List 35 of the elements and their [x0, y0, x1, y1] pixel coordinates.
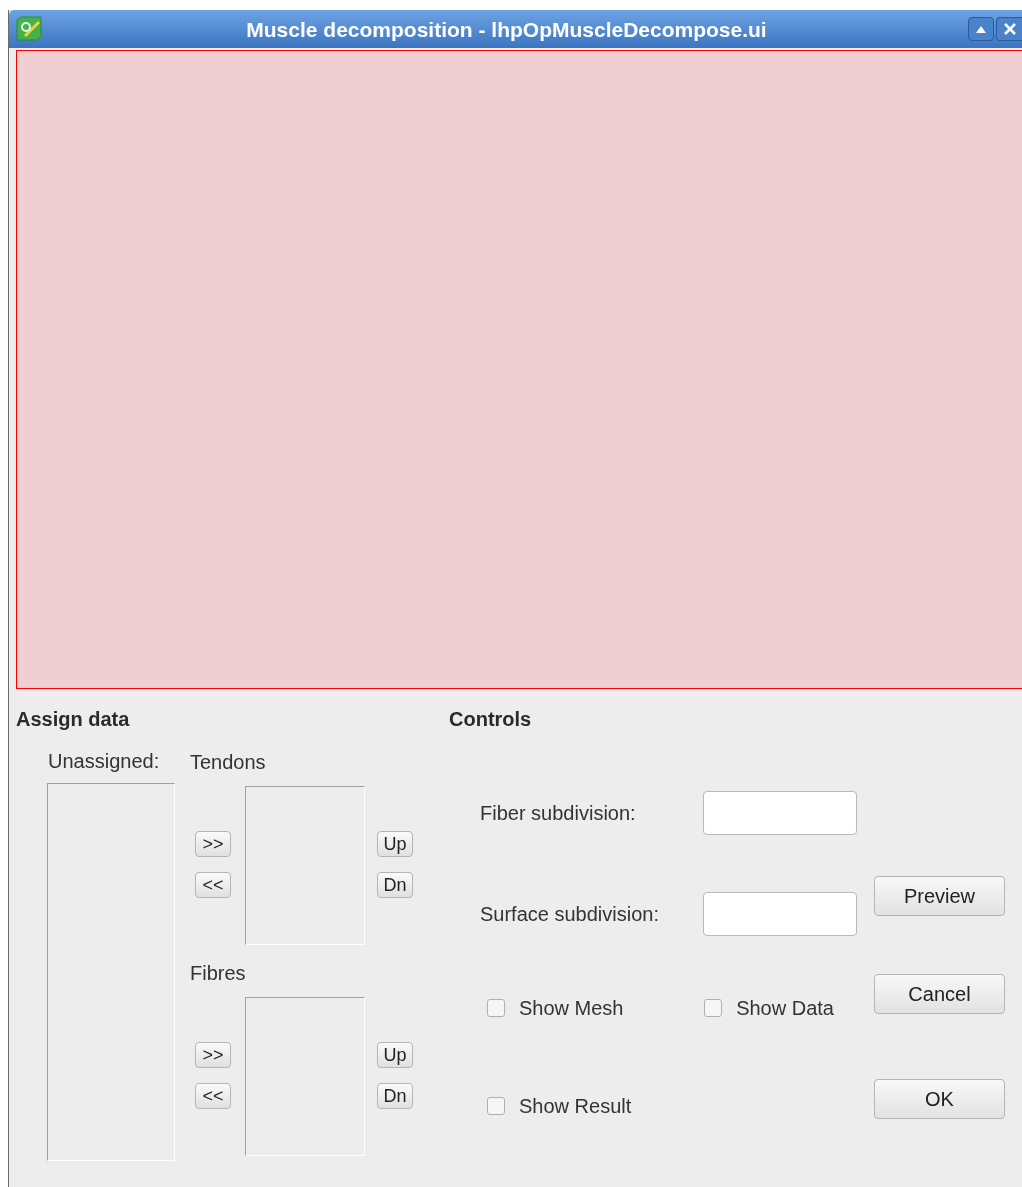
section-heading: Controls [449, 707, 533, 731]
checkbox-label: Show Result [519, 1094, 632, 1119]
up-button[interactable]: Up [377, 1042, 413, 1068]
checkbox[interactable] [487, 999, 505, 1017]
checkbox[interactable] [704, 999, 723, 1017]
maximize-button[interactable] [968, 17, 994, 41]
list-box[interactable] [245, 997, 365, 1156]
field-label: Surface subdivision: [480, 902, 660, 927]
add-button[interactable]: >> [195, 1042, 231, 1068]
field-label: Unassigned: [47, 749, 161, 774]
close-button[interactable] [996, 17, 1022, 41]
logo-icon [15, 16, 45, 42]
up-button[interactable]: Up [377, 831, 413, 857]
remove-button[interactable]: << [195, 872, 231, 898]
group-label: Tendons [190, 750, 267, 775]
close-icon [1003, 23, 1016, 35]
text-field[interactable] [703, 791, 857, 835]
down-button[interactable]: Dn [377, 1083, 413, 1109]
checkbox[interactable] [487, 1097, 505, 1115]
down-button[interactable]: Dn [377, 872, 413, 898]
section-heading: Assign data [16, 707, 131, 731]
list-box[interactable] [47, 783, 175, 1161]
add-button[interactable]: >> [195, 831, 231, 857]
triangle-icon [976, 25, 986, 33]
remove-button[interactable]: << [195, 1083, 231, 1109]
window-title: Muscle decomposition - lhpOpMuscleDecompose.ui [245, 18, 768, 40]
group-label: Fibres [190, 961, 247, 986]
checkbox-label: Show Data [736, 996, 834, 1021]
ok-button[interactable]: OK [874, 1079, 1005, 1119]
field-label: Fiber subdivision: [480, 801, 637, 826]
preview-button[interactable]: Preview [874, 876, 1005, 916]
cancel-button[interactable]: Cancel [874, 974, 1005, 1014]
list-box[interactable] [245, 786, 365, 945]
text-field[interactable] [703, 892, 857, 936]
checkbox-label: Show Mesh [519, 996, 624, 1021]
